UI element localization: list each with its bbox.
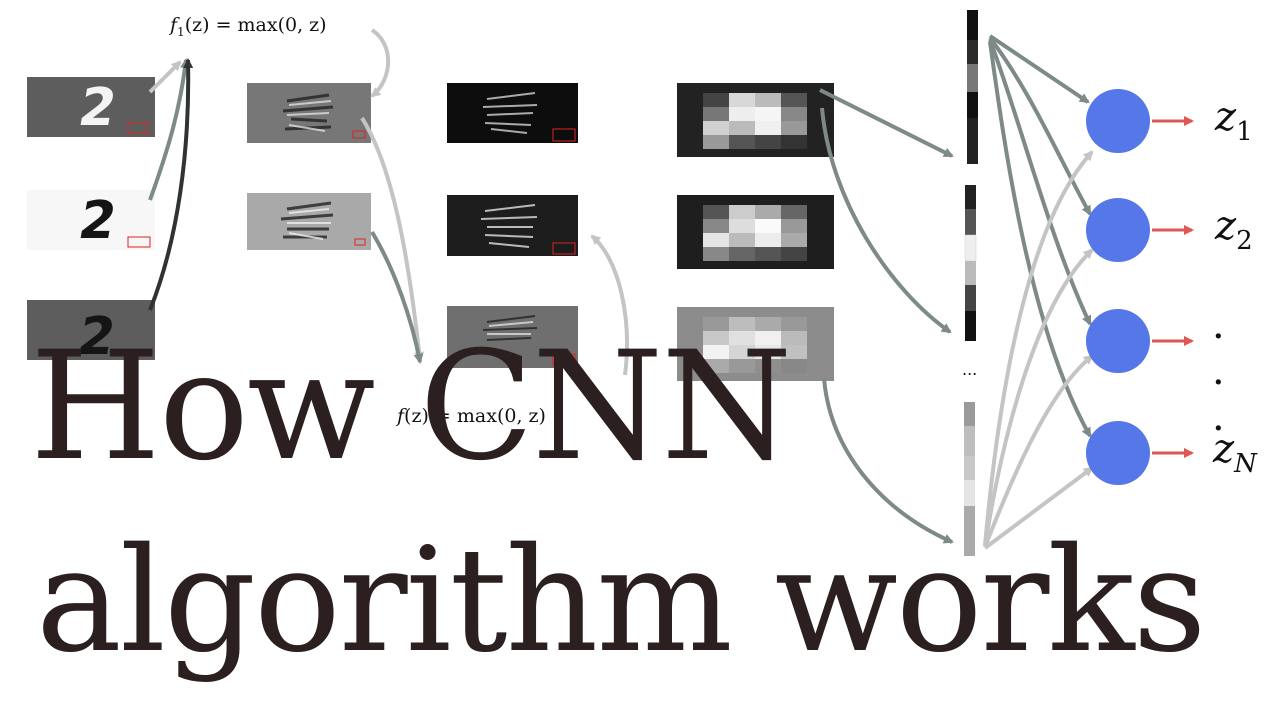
- flattened-vector-2: [964, 185, 977, 341]
- cnn-diagram-thumbnail: 2 2 2 f1(z) = max(0, z) f(z) = max(0, z)…: [0, 0, 1280, 720]
- dense-arrows-light: [983, 150, 1094, 550]
- output-neuron-1: [1086, 89, 1150, 153]
- output-neuron-4: [1086, 421, 1150, 485]
- relu-formula-top: f1(z) = max(0, z): [170, 14, 327, 39]
- input-to-relu-arrows: [148, 28, 391, 311]
- output-neurons: [1086, 89, 1150, 485]
- output-label-z1: z1: [1215, 94, 1253, 147]
- title-line-2: algorithm works: [36, 516, 1207, 684]
- output-label-z2: z2: [1215, 203, 1253, 256]
- dense-arrows-dark: [988, 34, 1092, 438]
- output-neuron-3: [1086, 309, 1150, 373]
- flattened-vector-1: [967, 10, 978, 164]
- vector-ellipsis: ...: [962, 360, 978, 379]
- output-neuron-2: [1086, 198, 1150, 262]
- output-arrows: [1152, 116, 1194, 458]
- title-line-1: How CNN: [30, 320, 792, 494]
- output-label-zN: zN: [1213, 426, 1257, 479]
- pooled-to-vector-arrows: [819, 88, 954, 544]
